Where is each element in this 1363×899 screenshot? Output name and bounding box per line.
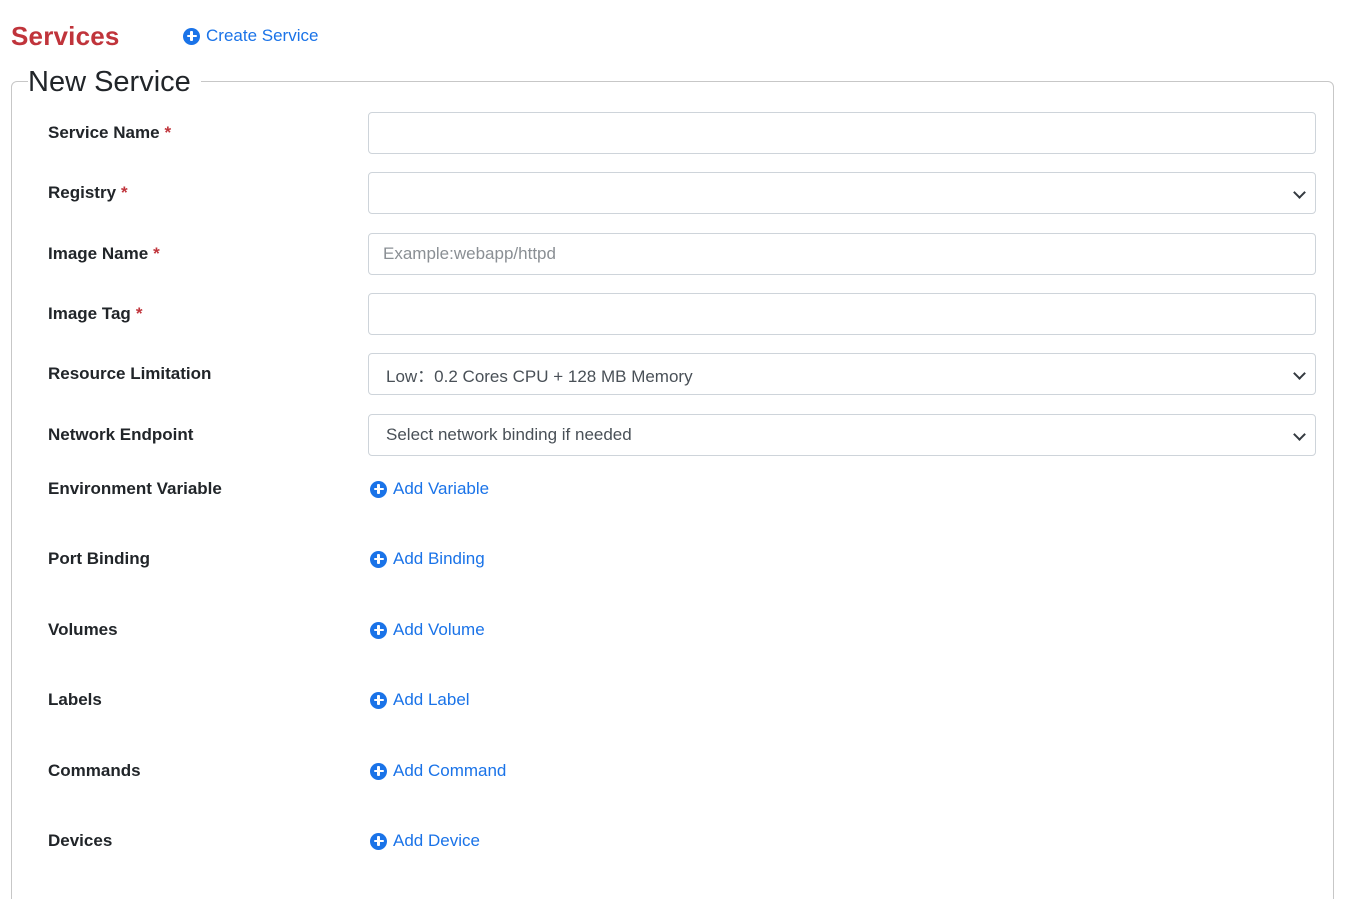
image-name-row: Image Name * — [48, 233, 1316, 275]
labels-label: Labels — [48, 690, 102, 709]
plus-circle-icon — [370, 832, 387, 850]
required-mark: * — [164, 123, 172, 142]
network-endpoint-row: Network Endpoint Select network binding … — [48, 414, 1316, 456]
registry-label-text: Registry — [48, 183, 117, 202]
image-name-input[interactable] — [368, 233, 1316, 275]
port-binding-label: Port Binding — [48, 549, 150, 568]
commands-label: Commands — [48, 761, 141, 780]
image-tag-label-text: Image Tag — [48, 304, 131, 323]
page: Services Create Service New Service Serv… — [0, 0, 1363, 899]
plus-circle-icon — [370, 550, 387, 568]
create-service-label: Create Service — [206, 26, 319, 45]
port-binding-row: Port Binding Add Binding — [48, 538, 1316, 580]
labels-row: Labels Add Label — [48, 679, 1316, 721]
registry-select-value[interactable] — [368, 172, 1316, 214]
add-device-label: Add Device — [393, 831, 480, 850]
volumes-row: Volumes Add Volume — [48, 609, 1316, 651]
image-name-label: Image Name * — [48, 233, 160, 275]
add-volume-button[interactable]: Add Volume — [370, 609, 485, 651]
service-name-label-text: Service Name — [48, 123, 160, 142]
required-mark: * — [121, 183, 128, 202]
environment-variable-row: Environment Variable Add Variable — [48, 468, 1316, 510]
network-endpoint-select-value[interactable]: Select network binding if needed — [368, 414, 1316, 456]
service-name-row: Service Name * — [48, 112, 1316, 154]
environment-variable-label: Environment Variable — [48, 479, 222, 498]
add-variable-button[interactable]: Add Variable — [370, 468, 489, 510]
plus-circle-icon — [183, 27, 200, 45]
plus-circle-icon — [370, 691, 387, 709]
fieldset-legend: New Service — [28, 63, 201, 101]
plus-circle-icon — [370, 480, 387, 498]
image-name-label-text: Image Name — [48, 244, 149, 263]
add-label-label: Add Label — [393, 690, 470, 709]
page-title: Services — [11, 20, 120, 51]
add-label-button[interactable]: Add Label — [370, 679, 470, 721]
image-tag-row: Image Tag * — [48, 293, 1316, 335]
required-mark: * — [135, 304, 143, 323]
resource-limitation-select[interactable]: Low：0.2 Cores CPU + 128 MB Memory — [368, 353, 1316, 395]
registry-row: Registry * — [48, 172, 1316, 214]
resource-limitation-select-value[interactable]: Low：0.2 Cores CPU + 128 MB Memory — [368, 353, 1316, 395]
plus-circle-icon — [370, 762, 387, 780]
network-endpoint-select[interactable]: Select network binding if needed — [368, 414, 1316, 456]
network-endpoint-label: Network Endpoint — [48, 425, 194, 444]
add-command-button[interactable]: Add Command — [370, 750, 506, 792]
plus-circle-icon — [370, 621, 387, 639]
add-variable-label: Add Variable — [393, 479, 490, 498]
registry-label: Registry * — [48, 172, 128, 214]
add-command-label: Add Command — [393, 761, 507, 780]
required-mark: * — [153, 244, 160, 263]
registry-select[interactable] — [368, 172, 1316, 214]
add-binding-label: Add Binding — [393, 549, 485, 568]
image-tag-label: Image Tag * — [48, 293, 142, 335]
devices-label: Devices — [48, 831, 113, 850]
service-name-label: Service Name * — [48, 112, 171, 154]
devices-row: Devices Add Device — [48, 820, 1316, 862]
image-tag-input[interactable] — [368, 293, 1316, 335]
resource-limitation-label: Resource Limitation — [48, 364, 212, 383]
service-name-input[interactable] — [368, 112, 1316, 154]
add-binding-button[interactable]: Add Binding — [370, 538, 485, 580]
add-device-button[interactable]: Add Device — [370, 820, 480, 862]
commands-row: Commands Add Command — [48, 750, 1316, 792]
volumes-label: Volumes — [48, 620, 118, 639]
create-service-button[interactable]: Create Service — [183, 26, 318, 46]
add-volume-label: Add Volume — [393, 620, 485, 639]
resource-limitation-row: Resource Limitation Low：0.2 Cores CPU + … — [48, 353, 1316, 395]
page-header: Services Create Service — [11, 18, 318, 54]
